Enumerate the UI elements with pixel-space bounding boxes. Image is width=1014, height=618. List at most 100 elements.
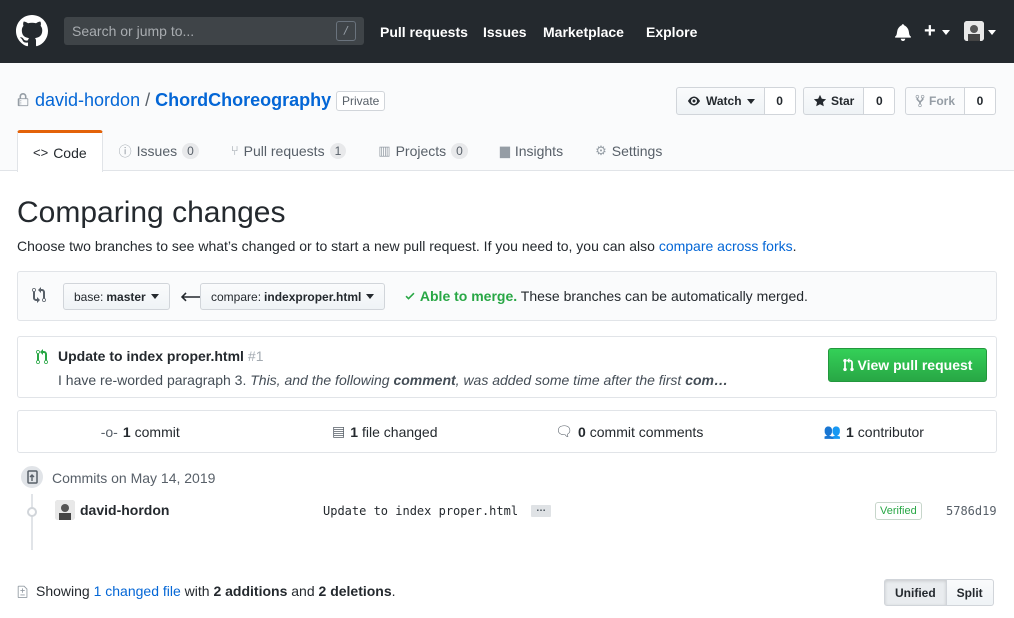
- commit-sha[interactable]: 5786d19: [946, 504, 997, 518]
- diff-summary: Showing 1 changed file with 2 additions …: [36, 583, 396, 599]
- pull-request-description: I have re-worded paragraph 3. This, and …: [58, 372, 758, 388]
- commit-message[interactable]: Update to index proper.html: [323, 504, 518, 518]
- summary-files-count: 1: [350, 423, 358, 440]
- summary-files[interactable]: ▤ 1 file changed: [263, 411, 508, 452]
- eye-icon: [688, 96, 700, 106]
- compare-branch-prefix: compare:: [211, 289, 262, 304]
- watch-button[interactable]: Watch: [676, 87, 765, 115]
- compare-across-forks-link[interactable]: compare across forks: [659, 238, 793, 254]
- global-header: / Pull requests Issues Marketplace Explo…: [0, 0, 1014, 63]
- compare-description-text: Choose two branches to see what’s change…: [17, 238, 659, 254]
- nav-pull-requests[interactable]: Pull requests: [380, 24, 468, 40]
- repo-title-separator: /: [145, 90, 151, 110]
- user-avatar[interactable]: [964, 21, 984, 41]
- watch-button-group: Watch 0: [676, 87, 796, 115]
- split-view-button[interactable]: Split: [946, 579, 994, 606]
- bell-icon[interactable]: [894, 23, 912, 41]
- compare-description-end: .: [792, 238, 797, 254]
- diff-view-toggle: Unified Split: [884, 579, 994, 606]
- existing-pull-request: Update to index proper.html #1 I have re-…: [17, 336, 997, 398]
- base-branch-select[interactable]: base: master: [63, 283, 170, 310]
- watch-caret-icon: [746, 98, 755, 104]
- search-box[interactable]: [64, 17, 364, 45]
- create-menu-caret-icon[interactable]: [942, 30, 950, 35]
- graph-icon: ▆: [499, 142, 510, 158]
- repo-header: david-hordon / ChordChoreography Private W…: [0, 63, 1014, 172]
- compare-branch-select[interactable]: compare: indexproper.html: [200, 283, 386, 310]
- star-label: Star: [831, 94, 855, 108]
- lock-icon: [17, 93, 29, 107]
- unified-view-button[interactable]: Unified: [884, 579, 947, 606]
- timeline-line: [31, 494, 33, 550]
- star-button-group: Star 0: [803, 87, 896, 115]
- compare-description: Choose two branches to see what’s change…: [17, 238, 797, 254]
- user-avatar-image: [964, 21, 984, 41]
- tab-projects-label: Projects: [395, 142, 447, 159]
- repo-owner-link[interactable]: david-hordon: [35, 90, 140, 110]
- tab-projects[interactable]: ▥ Projects 0: [362, 130, 484, 171]
- issue-icon: ⓘ: [118, 144, 132, 159]
- summary-files-label: file changed: [362, 423, 438, 440]
- tab-code-label: Code: [53, 144, 87, 161]
- tab-pull-requests-counter: 1: [329, 142, 347, 159]
- diff-summary-with: with: [180, 583, 214, 599]
- tab-code[interactable]: <> Code: [17, 130, 103, 172]
- github-logo-icon[interactable]: [16, 15, 48, 47]
- tab-pull-requests-label: Pull requests: [243, 142, 325, 159]
- tab-insights[interactable]: ▆ Insights: [484, 130, 579, 171]
- tab-pull-requests[interactable]: ⑂ Pull requests 1: [215, 130, 362, 171]
- commit-author[interactable]: david-hordon: [80, 502, 169, 518]
- compare-branch-caret-icon: [366, 294, 375, 299]
- compare-arrows-icon: [32, 287, 46, 303]
- diff-summary-showing: Showing: [36, 583, 94, 599]
- changed-files-link[interactable]: 1 changed file: [94, 583, 181, 599]
- merge-status-ok: Able to merge.: [419, 288, 518, 304]
- tab-settings-label: Settings: [611, 142, 663, 159]
- branch-range-editor: base: master 🡐 compare: indexproper.html…: [17, 271, 997, 321]
- user-menu-caret-icon[interactable]: [988, 30, 996, 35]
- summary-comments[interactable]: 🗨 0 commit comments: [507, 411, 752, 452]
- tab-issues[interactable]: ⓘ Issues 0: [103, 130, 215, 171]
- commit-author-avatar-image: [55, 500, 75, 520]
- tab-issues-label: Issues: [136, 142, 178, 159]
- fork-label: Fork: [929, 94, 956, 108]
- repo-name-link[interactable]: ChordChoreography: [155, 90, 331, 110]
- commit-expand-button[interactable]: …: [531, 504, 551, 517]
- summary-comments-count: 0: [577, 423, 586, 440]
- commits-group-badge: [19, 464, 45, 490]
- nav-issues[interactable]: Issues: [483, 24, 527, 40]
- nav-marketplace[interactable]: Marketplace: [543, 24, 624, 40]
- summary-commits[interactable]: -o- 1 commit: [18, 411, 263, 452]
- file-diff-small-icon: [17, 585, 28, 598]
- search-input[interactable]: [64, 17, 364, 45]
- create-new-icon[interactable]: +: [924, 20, 936, 42]
- view-pull-request-button[interactable]: View pull request: [828, 348, 987, 382]
- diff-summary-and: and: [287, 583, 319, 599]
- file-diff-icon: ▤: [331, 423, 346, 439]
- tab-settings[interactable]: ⚙ Settings: [579, 130, 678, 171]
- base-branch-prefix: base:: [74, 289, 104, 304]
- tab-projects-counter: 0: [451, 142, 468, 159]
- star-button[interactable]: Star: [803, 87, 865, 115]
- pr-desc-em1: This, and the following: [250, 372, 394, 388]
- fork-count[interactable]: 0: [965, 87, 997, 115]
- base-branch-caret-icon: [150, 294, 159, 299]
- verified-badge[interactable]: Verified: [875, 502, 922, 520]
- fork-button[interactable]: Fork: [905, 87, 966, 115]
- nav-explore[interactable]: Explore: [646, 24, 697, 40]
- summary-commits-label: commit: [134, 423, 180, 440]
- summary-contributors[interactable]: 👥 1 contributor: [752, 411, 997, 452]
- diff-summary-end: .: [391, 583, 396, 599]
- pull-request-title[interactable]: Update to index proper.html #1: [58, 348, 263, 364]
- commit-author-avatar[interactable]: [55, 500, 75, 520]
- fork-button-group: Fork 0: [905, 87, 997, 115]
- project-icon: ▥: [378, 142, 391, 158]
- watch-count[interactable]: 0: [764, 87, 796, 115]
- summary-commits-count: 1: [122, 423, 131, 440]
- pull-request-button-icon: [842, 358, 854, 372]
- commit-icon: -o-: [100, 423, 118, 440]
- summary-comments-label: commit comments: [589, 423, 704, 440]
- repo-push-icon: [27, 470, 38, 484]
- people-icon: 👥: [823, 423, 841, 439]
- star-count[interactable]: 0: [864, 87, 896, 115]
